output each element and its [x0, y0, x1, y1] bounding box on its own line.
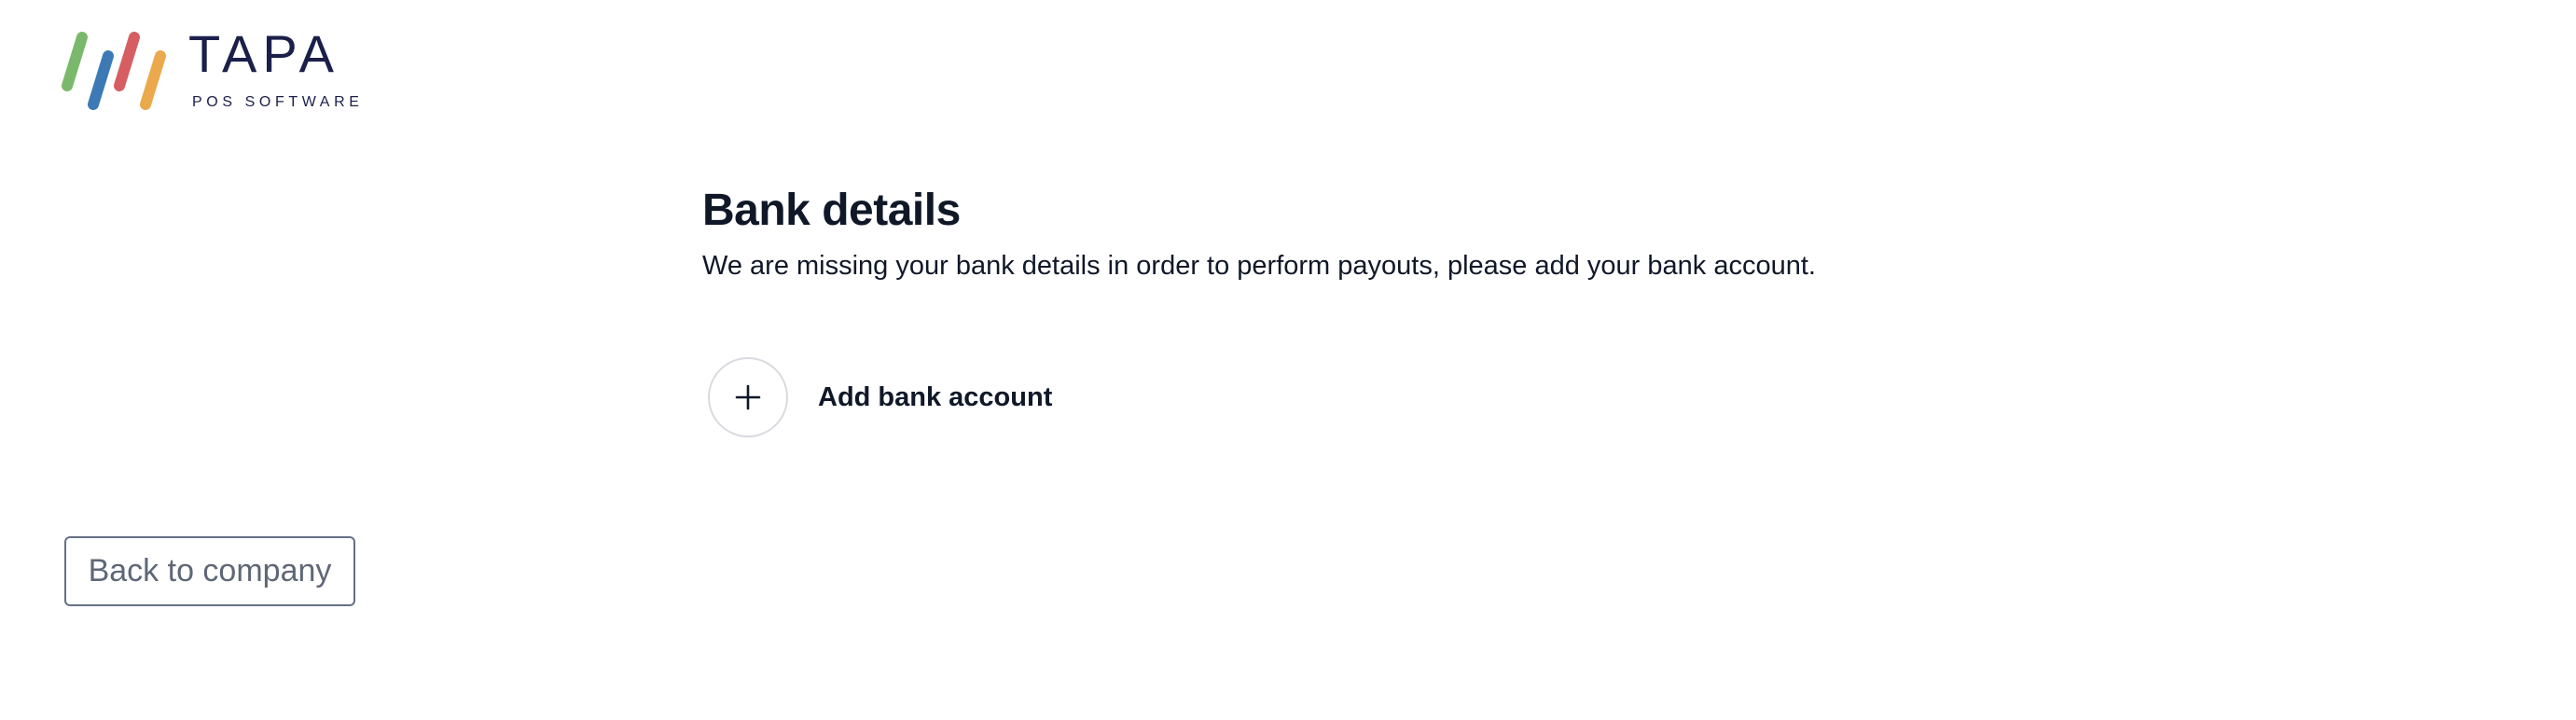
back-to-company-button[interactable]: Back to company [64, 536, 355, 606]
add-bank-account-label: Add bank account [818, 381, 1053, 412]
add-bank-account-button[interactable]: Add bank account [708, 357, 1052, 437]
tapa-logo: TAPA POS SOFTWARE [60, 24, 359, 121]
page-description: We are missing your bank details in orde… [702, 250, 1816, 281]
add-circle[interactable] [708, 357, 788, 437]
bank-details-section: Bank details We are missing your bank de… [702, 186, 1816, 283]
logo-stripes-icon [62, 32, 166, 110]
brand-tagline: POS SOFTWARE [192, 94, 364, 110]
brand-name: TAPA [188, 24, 339, 83]
plus-icon [735, 384, 761, 410]
page-title: Bank details [702, 186, 961, 235]
